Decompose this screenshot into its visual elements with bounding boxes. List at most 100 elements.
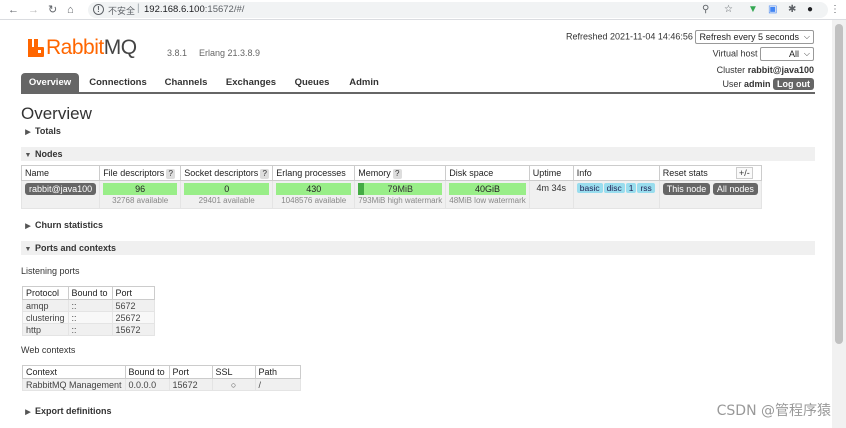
col-bound-to: Bound to: [67, 286, 113, 300]
col-info: Info: [572, 165, 660, 181]
help-icon[interactable]: ?: [260, 168, 270, 179]
fd-cell: 96 32768 available: [99, 180, 182, 209]
bound-cell: ::: [67, 311, 113, 324]
forward-arrow-icon[interactable]: →: [28, 3, 39, 17]
help-icon[interactable]: ?: [166, 168, 176, 179]
memory-bar: 79MiB: [358, 183, 443, 195]
col-path: Path: [254, 365, 301, 379]
col-erlang-processes: Erlang processes: [272, 165, 356, 181]
uptime-cell: 4m 34s: [528, 180, 574, 209]
page-scrollbar[interactable]: [832, 20, 846, 428]
vhost-label: Virtual host: [712, 48, 758, 59]
col-protocol: Protocol: [22, 286, 69, 300]
tab-exchanges[interactable]: Exchanges: [221, 73, 281, 94]
rabbitmq-version: 3.8.1: [167, 48, 188, 58]
puzzle-extensions-icon[interactable]: ✱: [788, 3, 796, 16]
disk-cell: 40GiB 48MiB low watermark: [445, 180, 530, 209]
node-name-link[interactable]: rabbit@java100: [25, 183, 97, 195]
info-badge: disc: [603, 183, 625, 193]
node-name-cell: rabbit@java100: [20, 180, 101, 209]
triangle-right-icon: ▶: [25, 129, 31, 136]
logo-text: RabbitMQ: [46, 36, 137, 59]
bound-cell: ::: [67, 299, 113, 312]
triangle-right-icon: ▶: [25, 223, 31, 230]
main-tabs: Overview Connections Channels Exchanges …: [21, 73, 815, 94]
refresh-interval-select[interactable]: Refresh every 5 seconds ⌵: [695, 30, 814, 44]
reset-all-nodes-button[interactable]: All nodes: [712, 183, 758, 195]
tab-admin[interactable]: Admin: [343, 73, 385, 94]
web-contexts-table: Context Bound to Port SSL Path RabbitMQ …: [22, 365, 301, 391]
reset-this-node-button[interactable]: This node: [662, 183, 711, 195]
section-ports-contexts[interactable]: ▼ Ports and contexts: [21, 241, 815, 255]
listening-ports-table: Protocol Bound to Port amqp :: 5672 clus…: [22, 286, 155, 336]
address-bar[interactable]: ! 不安全 | 192.168.6.100:15672/#/: [88, 2, 828, 18]
path-cell: /: [254, 378, 301, 391]
address-separator: |: [137, 3, 140, 14]
tab-channels[interactable]: Channels: [159, 73, 213, 94]
rabbit-logo-icon: [28, 39, 44, 57]
col-file-descriptors: File descriptors?: [99, 165, 182, 181]
vhost-select[interactable]: All ⌵: [760, 47, 814, 61]
reload-icon[interactable]: ↻: [48, 3, 57, 17]
nodes-table: Name File descriptors? Socket descriptor…: [20, 165, 762, 209]
profile-avatar-icon[interactable]: ●: [807, 3, 813, 16]
triangle-right-icon: ▶: [25, 409, 31, 416]
web-contexts-caption: Web contexts: [21, 345, 76, 355]
protocol-cell: clustering: [22, 311, 69, 324]
translate-extension-icon[interactable]: ▣: [768, 3, 777, 16]
scrollbar-thumb[interactable]: [835, 24, 843, 344]
col-socket-descriptors: Socket descriptors?: [180, 165, 274, 181]
section-churn[interactable]: ▶ Churn statistics: [21, 218, 815, 232]
col-memory: Memory?: [354, 165, 447, 181]
sockets-available: 29401 available: [198, 196, 255, 205]
key-icon[interactable]: ⚲: [702, 3, 709, 16]
insecure-label: 不安全: [108, 7, 136, 17]
fd-available: 32768 available: [112, 196, 169, 205]
info-badge: basic: [576, 183, 603, 193]
erlang-available: 1048576 available: [281, 196, 347, 205]
col-bound-to: Bound to: [124, 365, 170, 379]
home-icon[interactable]: ⌂: [67, 3, 74, 17]
bound-cell: 0.0.0.0: [124, 378, 170, 391]
port-cell: 25672: [111, 311, 155, 324]
triangle-down-icon: ▼: [24, 246, 32, 253]
info-badge: 1: [625, 183, 637, 193]
bound-cell: ::: [67, 323, 113, 336]
memory-watermark: 793MiB high watermark: [358, 196, 443, 205]
sockets-bar: 0: [184, 183, 270, 195]
tab-connections[interactable]: Connections: [85, 73, 151, 94]
chevron-down-icon: ⌵: [803, 49, 810, 58]
fd-bar: 96: [103, 183, 178, 195]
table-row: clustering :: 25672: [22, 311, 155, 324]
tab-overview[interactable]: Overview: [21, 73, 79, 94]
triangle-down-icon: ▼: [24, 152, 32, 159]
refreshed-timestamp: Refreshed 2021-11-04 14:46:56: [565, 31, 693, 42]
context-cell: RabbitMQ Management: [22, 378, 126, 391]
info-badge: rss: [637, 183, 655, 193]
table-row: amqp :: 5672: [22, 299, 155, 312]
tab-queues[interactable]: Queues: [289, 73, 335, 94]
star-icon[interactable]: ☆: [724, 3, 733, 16]
table-row: http :: 15672: [22, 323, 155, 336]
protocol-cell: amqp: [22, 299, 69, 312]
col-context: Context: [22, 365, 126, 379]
section-export-definitions[interactable]: ▶ Export definitions: [21, 404, 815, 418]
sockets-cell: 0 29401 available: [180, 180, 274, 209]
menu-kebab-icon[interactable]: ⋮: [830, 3, 840, 16]
disk-watermark: 48MiB low watermark: [449, 196, 526, 205]
port-cell: 15672: [111, 323, 155, 336]
erlang-version: Erlang 21.3.8.9: [199, 48, 261, 58]
ssl-cell: ○: [211, 378, 256, 391]
warning-icon: !: [93, 4, 104, 15]
shield-extension-icon[interactable]: ▼: [748, 3, 758, 16]
table-row: RabbitMQ Management 0.0.0.0 15672 ○ /: [22, 378, 301, 391]
help-icon[interactable]: ?: [392, 168, 402, 179]
disk-bar: 40GiB: [449, 183, 526, 195]
section-totals[interactable]: ▶ Totals: [21, 124, 815, 138]
listening-ports-caption: Listening ports: [21, 266, 80, 276]
back-arrow-icon[interactable]: ←: [8, 3, 19, 17]
reset-cell: This node All nodes: [658, 180, 762, 209]
section-nodes[interactable]: ▼ Nodes: [21, 147, 815, 161]
url-text[interactable]: 192.168.6.100:15672/#/: [144, 4, 244, 15]
columns-toggle-button[interactable]: +/-: [736, 167, 753, 179]
